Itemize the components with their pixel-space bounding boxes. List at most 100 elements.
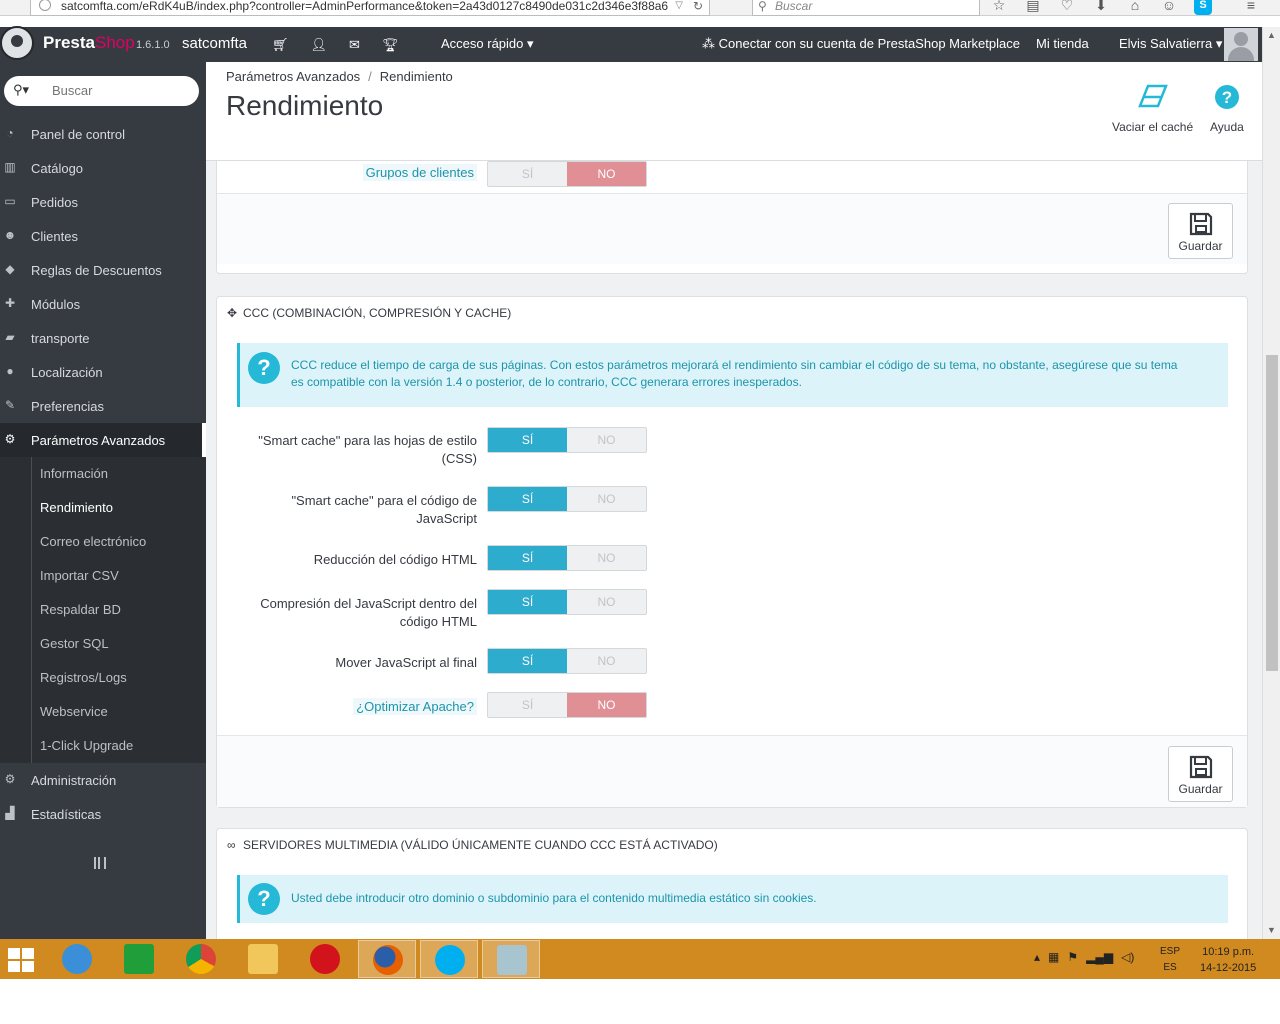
toggle-no[interactable]: NO <box>567 162 646 186</box>
breadcrumb-parent[interactable]: Parámetros Avanzados <box>226 69 360 84</box>
toggle-yes[interactable]: SÍ <box>488 487 567 511</box>
sidebar-item-label: transporte <box>31 331 90 346</box>
download-icon[interactable]: ⬇ <box>1092 0 1110 15</box>
cart-icon[interactable]: 🛒︎ <box>272 37 289 53</box>
taskbar-notes[interactable] <box>482 940 540 978</box>
prestashop-logo-icon[interactable] <box>0 26 34 60</box>
html-minify-toggle[interactable]: SÍ NO <box>487 545 647 571</box>
page-scrollbar[interactable]: ▲ ▼ <box>1262 27 1280 939</box>
url-bar[interactable]: satcomfta.com/eRdK4uB/index.php?controll… <box>30 0 710 16</box>
search-icon[interactable]: ⚲▾ <box>13 82 29 98</box>
help-button[interactable]: ? Ayuda <box>1210 84 1244 134</box>
toggle-yes[interactable]: SÍ <box>488 649 567 673</box>
home-icon[interactable]: ⌂ <box>1126 0 1144 15</box>
shop-name[interactable]: satcomfta <box>182 35 247 52</box>
marketplace-link[interactable]: ⁂ Conectar con su cuenta de PrestaShop M… <box>702 36 1020 52</box>
avatar[interactable] <box>1224 28 1258 61</box>
submenu-item-sql-manager[interactable]: Gestor SQL <box>40 636 109 651</box>
toggle-yes[interactable]: SÍ <box>488 428 567 452</box>
puzzle-icon: ✚ <box>4 296 16 310</box>
reading-list-icon[interactable]: ▤ <box>1024 0 1042 15</box>
taskbar-chrome[interactable] <box>172 940 230 978</box>
save-button[interactable]: Guardar <box>1168 746 1233 802</box>
submenu-item-information[interactable]: Información <box>40 466 108 481</box>
clock[interactable]: 10:19 p.m. 14-12-2015 <box>1200 944 1256 976</box>
trophy-icon[interactable]: 🏆︎ <box>382 37 399 53</box>
menu-icon[interactable]: ≡ <box>1242 0 1260 15</box>
browser-search-input[interactable]: ⚲ Buscar <box>752 0 980 16</box>
volume-icon[interactable]: ◁) <box>1121 950 1134 964</box>
sidebar-item-dashboard[interactable]: ◔ Panel de control <box>0 117 206 151</box>
sidebar-item-localization[interactable]: ● Localización <box>0 355 206 389</box>
sidebar-item-modules[interactable]: ✚ Módulos <box>0 287 206 321</box>
sidebar-item-stats[interactable]: ▟ Estadísticas <box>0 797 206 831</box>
sidebar-item-shipping[interactable]: ▰ transporte <box>0 321 206 355</box>
taskbar-ie[interactable] <box>48 940 106 978</box>
tray-expand-icon[interactable]: ▴ <box>1034 950 1040 964</box>
submenu-item-email[interactable]: Correo electrónico <box>40 534 146 549</box>
scroll-down-icon[interactable]: ▼ <box>1267 925 1276 935</box>
page-title: Rendimiento <box>226 90 384 121</box>
label-line: código HTML <box>399 614 477 629</box>
reload-icon[interactable]: ↻ <box>693 0 703 15</box>
submenu-item-backup-db[interactable]: Respaldar BD <box>40 602 121 617</box>
chat-icon[interactable]: ☺ <box>1160 0 1178 15</box>
collapse-sidebar-icon[interactable] <box>94 857 106 869</box>
toggle-no[interactable]: NO <box>567 428 646 452</box>
skype-icon[interactable]: S <box>1194 0 1212 15</box>
toggle-yes[interactable]: SÍ <box>488 590 567 614</box>
toggle-yes[interactable]: SÍ <box>488 546 567 570</box>
sidebar-search[interactable]: ⚲▾ <box>4 76 199 106</box>
envelope-icon[interactable]: ✉ <box>349 37 360 53</box>
submenu-item-webservice[interactable]: Webservice <box>40 704 108 719</box>
my-store-link[interactable]: Mi tienda <box>1036 36 1089 51</box>
quick-access-label: Acceso rápido <box>441 36 524 51</box>
toggle-yes[interactable]: SÍ <box>488 162 567 186</box>
dropdown-arrow-icon[interactable]: ▽ <box>675 0 683 15</box>
sidebar-item-advanced-parameters[interactable]: ⚙ Parámetros Avanzados <box>0 423 206 457</box>
action-center-icon[interactable]: ▦ <box>1048 950 1059 964</box>
sidebar-item-administration[interactable]: ⚙ Administración <box>0 763 206 797</box>
user-menu[interactable]: Elvis Salvatierra ▾ <box>1119 36 1222 52</box>
toggle-no[interactable]: NO <box>567 649 646 673</box>
language-indicator[interactable]: ESP ES <box>1160 944 1180 976</box>
move-js-end-toggle[interactable]: SÍ NO <box>487 648 647 674</box>
toggle-no[interactable]: NO <box>567 546 646 570</box>
taskbar-skype[interactable] <box>420 940 478 978</box>
sidebar-item-customers[interactable]: ☻ Clientes <box>0 219 206 253</box>
submenu-item-performance[interactable]: Rendimiento <box>40 500 113 515</box>
submenu-item-import-csv[interactable]: Importar CSV <box>40 568 119 583</box>
network-icon[interactable]: ▂▄▆ <box>1086 950 1113 964</box>
sidebar-item-orders[interactable]: ▭ Pedidos <box>0 185 206 219</box>
toggle-no[interactable]: NO <box>567 590 646 614</box>
flag-icon[interactable]: ⚑ <box>1067 950 1078 964</box>
sidebar-item-preferences[interactable]: ✎ Preferencias <box>0 389 206 423</box>
inline-js-compress-toggle[interactable]: SÍ NO <box>487 589 647 615</box>
submenu-item-logs[interactable]: Registros/Logs <box>40 670 127 685</box>
customer-groups-label[interactable]: Grupos de clientes <box>362 164 477 182</box>
scrollbar-thumb[interactable] <box>1266 355 1278 671</box>
sidebar-item-discounts[interactable]: ◆ Reglas de Descuentos <box>0 253 206 287</box>
taskbar-opera[interactable] <box>296 940 354 978</box>
js-smart-cache-toggle[interactable]: SÍ NO <box>487 486 647 512</box>
toggle-yes[interactable]: SÍ <box>488 693 567 717</box>
optimize-apache-toggle[interactable]: SÍ NO <box>487 692 647 718</box>
quick-access-menu[interactable]: Acceso rápido ▾ <box>441 36 534 52</box>
clear-cache-button[interactable]: Vaciar el caché <box>1112 84 1193 134</box>
pocket-icon[interactable]: ♡ <box>1058 0 1076 15</box>
optimize-apache-label[interactable]: ¿Optimizar Apache? <box>353 698 477 716</box>
toggle-no[interactable]: NO <box>567 693 646 717</box>
save-button[interactable]: Guardar <box>1168 203 1233 259</box>
taskbar-firefox[interactable] <box>358 940 416 978</box>
bookmark-star-icon[interactable]: ☆ <box>990 0 1008 15</box>
sidebar-item-catalog[interactable]: ▥ Catálogo <box>0 151 206 185</box>
css-smart-cache-toggle[interactable]: SÍ NO <box>487 427 647 453</box>
taskbar-store[interactable] <box>110 940 168 978</box>
toggle-no[interactable]: NO <box>567 487 646 511</box>
user-icon[interactable]: 👤︎ <box>311 37 328 53</box>
customer-groups-toggle[interactable]: SÍ NO <box>487 161 647 187</box>
sidebar-search-input[interactable] <box>52 83 192 98</box>
submenu-item-one-click-upgrade[interactable]: 1-Click Upgrade <box>40 738 133 753</box>
taskbar-explorer[interactable] <box>234 940 292 978</box>
scroll-up-icon[interactable]: ▲ <box>1267 30 1276 40</box>
